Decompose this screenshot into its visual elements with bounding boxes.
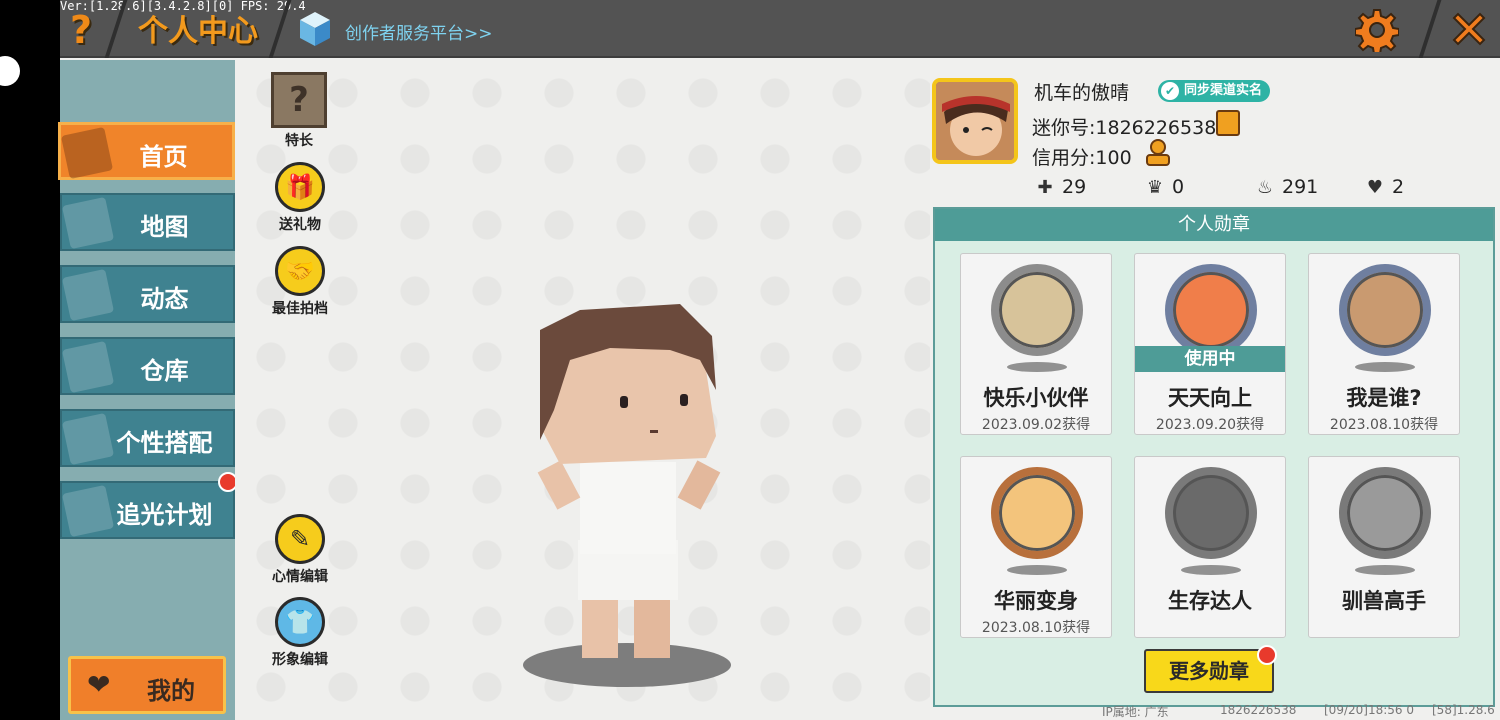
- mood-edit-button[interactable]: ✎ 心情编辑: [265, 514, 335, 586]
- bookmark-plus-icon: ✚: [1037, 177, 1053, 198]
- stat-hearts-value: 2: [1392, 176, 1405, 198]
- medal-card[interactable]: 使用中 天天向上 2023.09.20获得: [1134, 253, 1286, 435]
- shirt-icon: 👕: [275, 597, 325, 647]
- gift-label: 送礼物: [279, 217, 321, 233]
- sidebar-item-light-plan[interactable]: 追光计划: [60, 481, 235, 539]
- avatar[interactable]: [932, 78, 1018, 164]
- medals-title: 个人勋章: [935, 209, 1493, 241]
- sidebar: 首页 地图 动态 仓库 个性搭配 追光计划 ❤ 我的: [58, 60, 238, 720]
- handshake-icon: 🤝: [275, 246, 325, 296]
- creator-cube-icon[interactable]: [298, 10, 332, 48]
- sidebar-item-label: 动态: [140, 285, 189, 313]
- stat-trophy-value: 0: [1172, 176, 1185, 198]
- partner-button[interactable]: 🤝 最佳拍档: [265, 246, 335, 318]
- player-character[interactable]: [520, 300, 735, 690]
- left-edge-strip: [0, 0, 60, 720]
- medal-shadow: [1007, 362, 1067, 372]
- edit-icon: ✎: [275, 514, 325, 564]
- profile-section: 机车的傲晴 ✔ 同步渠道实名 迷你号:1826226538 信用分:100 ✚ 29…: [930, 60, 1500, 210]
- medal-name: 天天向上: [1168, 386, 1252, 410]
- floating-dot[interactable]: [0, 56, 20, 86]
- more-medals-button[interactable]: 更多勋章: [1144, 649, 1274, 693]
- sidebar-item-label: 个性搭配: [116, 429, 213, 457]
- look-edit-button[interactable]: 👕 形象编辑: [265, 597, 335, 669]
- fire-icon: ♨: [1256, 177, 1274, 198]
- sidebar-item-outfit[interactable]: 个性搭配: [60, 409, 235, 467]
- creator-platform-link[interactable]: 创作者服务平台>>: [345, 19, 493, 44]
- medal-card[interactable]: 驯兽高手: [1308, 456, 1460, 638]
- gift-button[interactable]: 🎁 送礼物: [265, 162, 335, 234]
- mini-id: 迷你号:1826226538: [1032, 117, 1217, 139]
- medal-campfire-icon: [1165, 467, 1257, 559]
- realname-badge[interactable]: ✔ 同步渠道实名: [1158, 80, 1271, 102]
- credit-score: 信用分:100: [1032, 147, 1132, 169]
- medal-card[interactable]: 生存达人: [1134, 456, 1286, 638]
- gift-icon: 🎁: [275, 162, 325, 212]
- my-button[interactable]: ❤ 我的: [68, 656, 226, 714]
- stat-fire-value: 291: [1282, 176, 1319, 198]
- sidebar-item-home[interactable]: 首页: [58, 122, 235, 180]
- medal-name: 华丽变身: [994, 589, 1078, 613]
- question-block-icon: ?: [271, 72, 327, 128]
- medal-name: 快乐小伙伴: [983, 386, 1089, 410]
- heart-icon: ❤: [87, 668, 111, 701]
- hearts-icon: ♥: [1366, 177, 1384, 198]
- page-title: 个人中心: [138, 14, 258, 49]
- stat-fire: ♨ 291: [1254, 176, 1318, 198]
- medal-shadow: [1355, 362, 1415, 372]
- stat-plus: ✚ 29: [1034, 176, 1086, 198]
- sidebar-item-label: 地图: [140, 213, 189, 241]
- medal-name: 我是谁?: [1346, 386, 1422, 410]
- sidebar-item-label: 追光计划: [116, 501, 213, 529]
- medal-transform-icon: [991, 467, 1083, 559]
- specialty-label: 特长: [285, 133, 313, 149]
- medal-friends-icon: [991, 264, 1083, 356]
- medal-card[interactable]: 华丽变身 2023.08.10获得: [960, 456, 1112, 638]
- medal-shadow: [1355, 565, 1415, 575]
- close-icon[interactable]: [1448, 8, 1490, 50]
- my-button-label: 我的: [147, 677, 195, 705]
- trophy-icon: ♛: [1146, 177, 1164, 198]
- medal-calendar-icon: [1165, 264, 1257, 356]
- medal-shadow: [1181, 565, 1241, 575]
- sidebar-item-map[interactable]: 地图: [60, 193, 235, 251]
- user-verified-icon: ✔: [1161, 82, 1179, 100]
- footer-info: IP属地: 广东 1826226538 [09/20]18:56 0 [58]1…: [1092, 702, 1500, 720]
- credit-person-icon[interactable]: [1144, 138, 1172, 166]
- in-use-badge: 使用中: [1135, 346, 1285, 372]
- medal-date: 2023.08.10获得: [981, 620, 1091, 636]
- nickname: 机车的傲晴: [1034, 82, 1130, 104]
- medal-card[interactable]: 快乐小伙伴 2023.09.02获得: [960, 253, 1112, 435]
- look-edit-label: 形象编辑: [272, 652, 328, 668]
- medal-name: 生存达人: [1168, 589, 1252, 613]
- sidebar-item-label: 首页: [139, 143, 188, 171]
- footer-build: [58]1.28.6: [1432, 703, 1495, 717]
- specialty-button[interactable]: ? 特长: [264, 72, 334, 150]
- sidebar-item-storage[interactable]: 仓库: [60, 337, 235, 395]
- stat-hearts: ♥ 2: [1364, 176, 1404, 198]
- medal-card[interactable]: 我是谁? 2023.08.10获得: [1308, 253, 1460, 435]
- copy-icon[interactable]: [1216, 110, 1240, 136]
- medal-id-card-icon: [1339, 264, 1431, 356]
- help-button[interactable]: ?: [70, 8, 102, 52]
- stat-plus-value: 29: [1062, 176, 1087, 198]
- gear-icon[interactable]: [1355, 8, 1399, 52]
- sidebar-item-label: 仓库: [140, 357, 189, 385]
- stat-trophy: ♛ 0: [1144, 176, 1184, 198]
- footer-time: [09/20]18:56 0: [1324, 703, 1414, 717]
- partner-label: 最佳拍档: [272, 301, 328, 317]
- footer-uid: 1826226538: [1220, 703, 1297, 717]
- notification-dot: [1257, 645, 1277, 665]
- realname-badge-label: 同步渠道实名: [1184, 83, 1263, 98]
- mood-edit-label: 心情编辑: [272, 569, 328, 585]
- medal-date: 2023.09.20获得: [1155, 417, 1265, 433]
- medal-name: 驯兽高手: [1342, 589, 1426, 613]
- sidebar-item-feed[interactable]: 动态: [60, 265, 235, 323]
- medal-date: 2023.08.10获得: [1329, 417, 1439, 433]
- medal-shadow: [1007, 565, 1067, 575]
- ip-location: IP属地: 广东: [1102, 705, 1169, 719]
- medal-date: 2023.09.02获得: [981, 417, 1091, 433]
- medal-horse-icon: [1339, 467, 1431, 559]
